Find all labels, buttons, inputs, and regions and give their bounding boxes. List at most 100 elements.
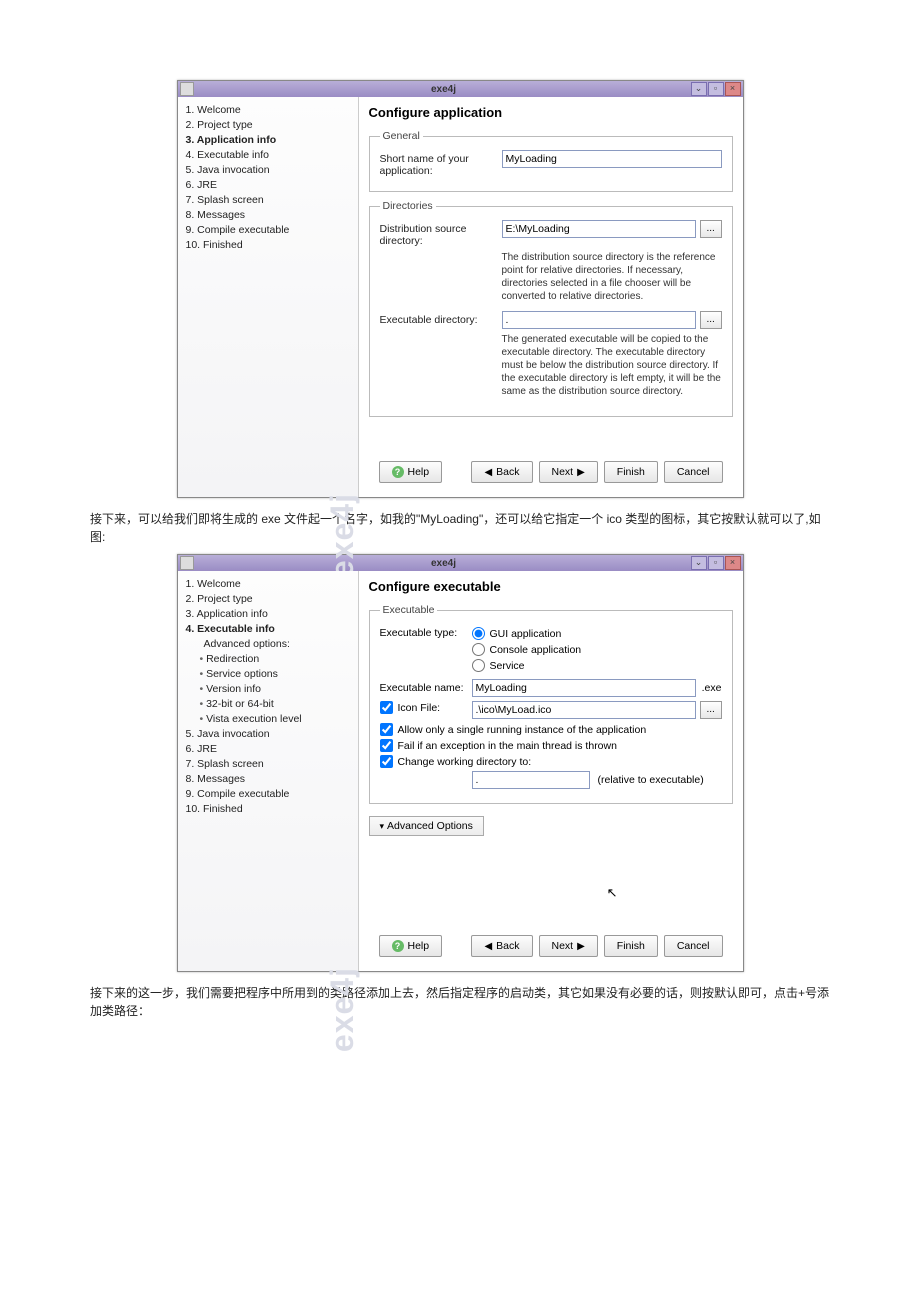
finish-button[interactable]: Finish (604, 935, 658, 957)
browse-dist-button[interactable]: ... (700, 220, 722, 238)
back-button[interactable]: ◀Back (471, 935, 532, 957)
help-icon: ? (392, 940, 404, 952)
executable-legend: Executable (380, 604, 438, 616)
icon-file-checkbox[interactable]: Icon File: (380, 701, 472, 714)
app-icon (180, 82, 194, 96)
change-wd-checkbox[interactable]: Change working directory to: (380, 755, 722, 768)
caption-2: 接下来的这一步，我们需要把程序中所用到的类路径添加上去，然后指定程序的启动类，其… (90, 984, 830, 1020)
browse-exe-button[interactable]: ... (700, 311, 722, 329)
button-bar: ?Help ◀Back Next▶ Finish Cancel (369, 929, 733, 963)
icon-file-input[interactable] (472, 701, 696, 719)
back-button[interactable]: ◀Back (471, 461, 532, 483)
maximize-icon[interactable]: ▫ (708, 82, 724, 96)
caption-1: 接下来，可以给我们即将生成的 exe 文件起一个名字，如我的"MyLoading… (90, 510, 830, 546)
step-32-64[interactable]: 32-bit or 64-bit (200, 697, 350, 712)
window-title: exe4j (198, 84, 690, 95)
radio-gui[interactable]: GUI application (472, 627, 722, 640)
working-dir-input[interactable] (472, 771, 590, 789)
next-button[interactable]: Next▶ (539, 935, 598, 957)
step-splash[interactable]: 7. Splash screen (186, 193, 350, 208)
maximize-icon[interactable]: ▫ (708, 556, 724, 570)
directories-group: Directories Distribution source director… (369, 200, 733, 417)
step-messages[interactable]: 8. Messages (186, 772, 350, 787)
exe-name-input[interactable] (472, 679, 696, 697)
step-executable-info[interactable]: 4. Executable info (186, 148, 350, 163)
directories-legend: Directories (380, 200, 436, 212)
exe-suffix: .exe (696, 679, 722, 694)
step-jre[interactable]: 6. JRE (186, 742, 350, 757)
app-icon (180, 556, 194, 570)
general-legend: General (380, 130, 423, 142)
radio-gui-input[interactable] (472, 627, 485, 640)
single-instance-checkbox[interactable]: Allow only a single running instance of … (380, 723, 722, 736)
step-welcome[interactable]: 1. Welcome (186, 577, 350, 592)
minimize-icon[interactable]: ⌄ (691, 556, 707, 570)
fail-exception-checkbox[interactable]: Fail if an exception in the main thread … (380, 739, 722, 752)
main-panel: Configure executable Executable Executab… (359, 571, 743, 971)
step-project-type[interactable]: 2. Project type (186, 118, 350, 133)
short-name-label: Short name of your application: (380, 150, 502, 177)
step-application-info[interactable]: 3. Application info (186, 133, 350, 148)
page-title: Configure application (369, 105, 733, 120)
button-bar: ?Help ◀Back Next▶ Finish Cancel (369, 455, 733, 489)
page-title: Configure executable (369, 579, 733, 594)
short-name-input[interactable] (502, 150, 722, 168)
help-button[interactable]: ?Help (379, 935, 443, 957)
step-finished[interactable]: 10. Finished (186, 238, 350, 253)
browse-icon-button[interactable]: ... (700, 701, 722, 719)
minimize-icon[interactable]: ⌄ (691, 82, 707, 96)
step-java-invocation[interactable]: 5. Java invocation (186, 163, 350, 178)
cancel-button[interactable]: Cancel (664, 461, 723, 483)
exe4j-watermark: exe4j (325, 493, 362, 578)
finish-button[interactable]: Finish (604, 461, 658, 483)
step-application-info[interactable]: 3. Application info (186, 607, 350, 622)
arrow-right-icon: ▶ (577, 467, 585, 478)
step-splash[interactable]: 7. Splash screen (186, 757, 350, 772)
titlebar[interactable]: exe4j ⌄ ▫ × (178, 555, 743, 571)
step-compile[interactable]: 9. Compile executable (186, 787, 350, 802)
dist-dir-help: The distribution source directory is the… (502, 251, 722, 303)
advanced-options-label: Advanced options: (204, 637, 350, 652)
exe-dir-label: Executable directory: (380, 311, 502, 326)
exe-type-label: Executable type: (380, 624, 472, 639)
arrow-right-icon: ▶ (577, 941, 585, 952)
radio-service-input[interactable] (472, 659, 485, 672)
step-version-info[interactable]: Version info (200, 682, 350, 697)
close-icon[interactable]: × (725, 556, 741, 570)
step-welcome[interactable]: 1. Welcome (186, 103, 350, 118)
wizard-window-2: exe4j ⌄ ▫ × 1. Welcome 2. Project type 3… (177, 554, 744, 972)
step-finished[interactable]: 10. Finished (186, 802, 350, 817)
help-button[interactable]: ?Help (379, 461, 443, 483)
step-java-invocation[interactable]: 5. Java invocation (186, 727, 350, 742)
exe-dir-help: The generated executable will be copied … (502, 333, 722, 398)
mouse-cursor-icon: ↖ (607, 885, 618, 901)
window-title: exe4j (198, 558, 690, 569)
step-jre[interactable]: 6. JRE (186, 178, 350, 193)
wizard-sidebar: 1. Welcome 2. Project type 3. Applicatio… (178, 97, 359, 497)
executable-group: Executable Executable type: GUI applicat… (369, 604, 733, 804)
general-group: General Short name of your application: (369, 130, 733, 192)
arrow-left-icon: ◀ (484, 467, 492, 478)
dist-dir-input[interactable] (502, 220, 696, 238)
step-vista[interactable]: Vista execution level (200, 712, 350, 727)
cancel-button[interactable]: Cancel (664, 935, 723, 957)
titlebar[interactable]: exe4j ⌄ ▫ × (178, 81, 743, 97)
step-messages[interactable]: 8. Messages (186, 208, 350, 223)
wizard-sidebar: 1. Welcome 2. Project type 3. Applicatio… (178, 571, 359, 971)
step-project-type[interactable]: 2. Project type (186, 592, 350, 607)
step-compile[interactable]: 9. Compile executable (186, 223, 350, 238)
step-redirection[interactable]: Redirection (200, 652, 350, 667)
step-executable-info[interactable]: 4. Executable info (186, 622, 350, 637)
next-button[interactable]: Next▶ (539, 461, 598, 483)
step-service-options[interactable]: Service options (200, 667, 350, 682)
exe-dir-input[interactable] (502, 311, 696, 329)
exe4j-watermark: exe4j (325, 967, 362, 1052)
wizard-window-1: exe4j ⌄ ▫ × 1. Welcome 2. Project type 3… (177, 80, 744, 498)
close-icon[interactable]: × (725, 82, 741, 96)
radio-console-input[interactable] (472, 643, 485, 656)
radio-console[interactable]: Console application (472, 643, 722, 656)
main-panel: Configure application General Short name… (359, 97, 743, 497)
icon-cb-input[interactable] (380, 701, 393, 714)
radio-service[interactable]: Service (472, 659, 722, 672)
advanced-options-button[interactable]: Advanced Options (369, 816, 484, 836)
